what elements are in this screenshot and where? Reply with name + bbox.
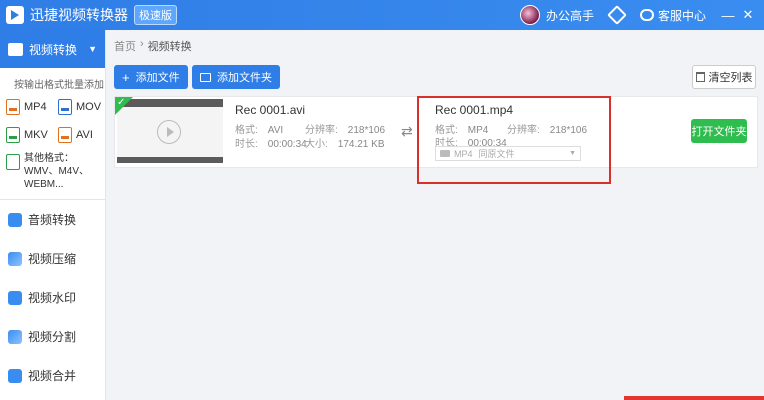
sidebar-item-video-compress[interactable]: 视频压缩 xyxy=(0,239,105,278)
target-resolution: 分辨率: 218*106 xyxy=(507,121,587,136)
bottom-action-edge[interactable] xyxy=(624,396,764,400)
source-duration: 时长: 00:00:34 xyxy=(235,135,307,150)
mkv-file-icon xyxy=(6,127,20,143)
play-icon[interactable] xyxy=(157,120,181,144)
compress-icon xyxy=(8,251,22,266)
batch-hint: 按输出格式批量添加 xyxy=(14,80,104,91)
chevron-down-icon: ▼ xyxy=(569,150,576,157)
source-resolution: 分辨率: 218*106 xyxy=(305,121,385,136)
format-other[interactable]: 其他格式：WMV、M4V、WEBM... xyxy=(0,144,105,191)
format-mp4[interactable]: MP4 xyxy=(6,98,58,116)
caret-down-icon: ▼ xyxy=(88,44,97,54)
sidebar-item-label: 视频合并 xyxy=(28,369,77,383)
video-convert-icon xyxy=(8,42,23,56)
vip-badge-icon[interactable] xyxy=(607,5,627,25)
toolbar: + 添加文件 添加文件夹 清空列表 xyxy=(114,62,764,92)
format-avi[interactable]: AVI xyxy=(58,126,110,144)
format-label: MP4 xyxy=(24,101,47,113)
folder-icon xyxy=(200,72,211,82)
open-folder-button[interactable]: 打开文件夹 xyxy=(691,119,747,143)
format-grid: MP4 MOV MKV AVI xyxy=(0,94,105,144)
add-file-button[interactable]: + 添加文件 xyxy=(114,65,188,89)
merge-icon xyxy=(8,368,22,383)
format-label: AVI xyxy=(76,129,93,141)
source-size: 大小: 174.21 KB xyxy=(305,135,385,150)
watermark-icon xyxy=(8,290,22,305)
format-mkv[interactable]: MKV xyxy=(6,126,58,144)
meta-value: 218*106 xyxy=(549,125,588,136)
convert-arrow-icon: ⇄ xyxy=(401,123,413,139)
user-avatar[interactable] xyxy=(519,5,540,25)
sidebar-item-video-watermark[interactable]: 视频水印 xyxy=(0,278,105,317)
app-logo-icon xyxy=(6,6,24,24)
close-button[interactable]: ✕ xyxy=(738,7,758,23)
breadcrumb-home[interactable]: 首页 xyxy=(114,38,136,54)
sidebar-item-video-merge[interactable]: 视频合并 xyxy=(0,356,105,395)
mp4-file-icon xyxy=(6,99,20,115)
meta-label: 分辨率: xyxy=(507,125,540,136)
source-file-name: Rec 0001.avi xyxy=(235,103,306,117)
output-format-value: MP4 xyxy=(454,148,473,159)
promo-banner[interactable] xyxy=(620,30,764,40)
source-format: 格式: AVI xyxy=(235,121,283,136)
service-center-link[interactable]: 客服中心 xyxy=(658,7,706,24)
minimize-button[interactable]: — xyxy=(718,8,738,23)
sidebar-item-label: 视频压缩 xyxy=(28,252,77,266)
output-quality-value: 同原文件 xyxy=(478,149,515,159)
user-name[interactable]: 办公高手 xyxy=(546,7,594,24)
trash-icon xyxy=(695,72,705,82)
music-icon xyxy=(8,212,22,227)
button-label: 清空列表 xyxy=(708,72,753,84)
split-icon xyxy=(8,329,22,344)
sidebar-item-label: 视频水印 xyxy=(28,291,77,305)
format-label: MOV xyxy=(76,101,102,113)
button-label: 添加文件夹 xyxy=(217,72,272,84)
format-label: MKV xyxy=(24,129,48,141)
meta-value: 174.21 KB xyxy=(337,139,385,150)
breadcrumb-current: 视频转换 xyxy=(147,41,192,53)
button-label: 添加文件 xyxy=(135,72,180,84)
plus-icon: + xyxy=(122,69,130,85)
service-chat-icon[interactable] xyxy=(639,9,654,21)
add-folder-button[interactable]: 添加文件夹 xyxy=(192,65,280,89)
other-file-icon xyxy=(6,154,20,170)
sidebar-item-audio-convert[interactable]: 音频转换 xyxy=(0,200,105,239)
sidebar: 视频转换 ▼ 按输出格式批量添加 MP4 MOV MKV AVI 其他格式：WM… xyxy=(0,30,106,400)
sidebar-item-label: 视频转换 xyxy=(29,42,78,57)
meta-value: 00:00:34 xyxy=(267,139,307,150)
other-formats-label: 其他格式：WMV、M4V、WEBM... xyxy=(24,153,89,190)
meta-label: 时长: xyxy=(235,139,258,150)
edition-badge: 极速版 xyxy=(134,5,177,25)
output-format-select[interactable]: MP4 同原文件 ▼ xyxy=(435,146,581,161)
title-bar: 迅捷视频转换器 极速版 办公高手 客服中心 — ✕ xyxy=(0,0,764,30)
target-file-name: Rec 0001.mp4 xyxy=(435,103,514,117)
checkmark-icon: ✓ xyxy=(117,97,126,108)
meta-label: 大小: xyxy=(305,139,328,150)
format-mov[interactable]: MOV xyxy=(58,98,110,116)
sidebar-item-video-convert[interactable]: 视频转换 ▼ xyxy=(0,30,105,68)
breadcrumb: 首页 › 视频转换 xyxy=(114,38,192,54)
sidebar-item-label: 视频分割 xyxy=(28,330,77,344)
sidebar-item-label: 音频转换 xyxy=(28,213,77,227)
video-camera-icon xyxy=(440,150,450,157)
file-row[interactable]: ✓ Rec 0001.avi 格式: AVI 分辨率: 218*106 时长: 00:… xyxy=(114,96,758,184)
mov-file-icon xyxy=(58,99,72,115)
clear-list-button[interactable]: 清空列表 xyxy=(692,65,756,89)
app-title: 迅捷视频转换器 xyxy=(30,7,128,23)
sidebar-item-video-split[interactable]: 视频分割 xyxy=(0,317,105,356)
breadcrumb-separator: › xyxy=(140,38,144,50)
avi-file-icon xyxy=(58,127,72,143)
